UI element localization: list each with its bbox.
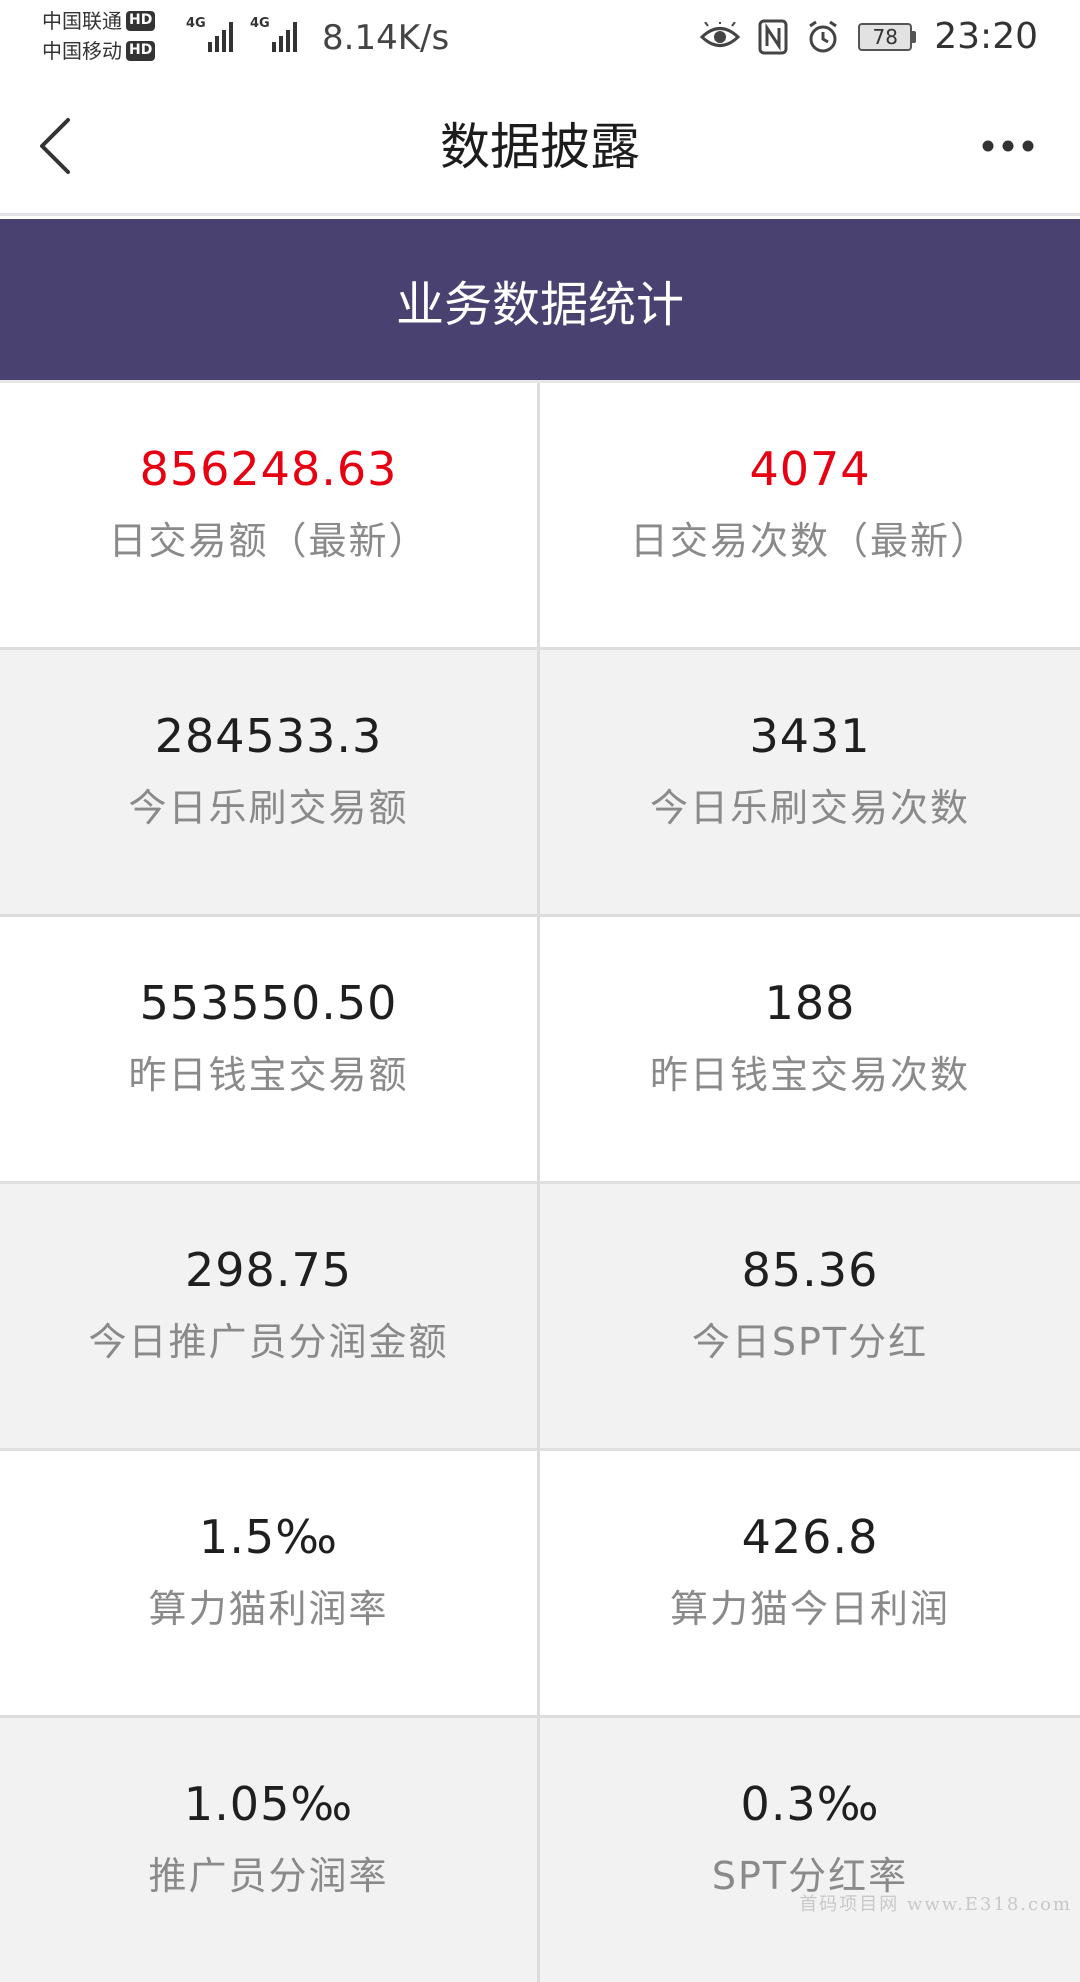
stat-cell-spt-dividend: 85.36 今日SPT分红 [540, 1184, 1080, 1448]
carrier-info: 中国联通 HD 中国移动 HD [42, 6, 182, 66]
carrier-1: 中国联通 [42, 6, 122, 36]
stat-value: 553550.50 [140, 975, 398, 1031]
stat-value: 856248.63 [140, 441, 398, 497]
stat-value: 1.5‰ [199, 1509, 338, 1565]
stat-row: 1.05‰ 推广员分润率 0.3‰ SPT分红率 [0, 1715, 1080, 1982]
stats-grid: 856248.63 日交易额（最新） 4074 日交易次数（最新） 284533… [0, 380, 1080, 1982]
stat-cell-promoter-rate: 1.05‰ 推广员分润率 [0, 1718, 540, 1982]
stat-cell-daily-volume: 856248.63 日交易额（最新） [0, 383, 540, 647]
hd-badge-1: HD [126, 11, 155, 31]
more-dots-icon [981, 139, 1035, 153]
section-title: 业务数据统计 [396, 265, 684, 335]
stat-value: 298.75 [185, 1242, 352, 1298]
section-header: 业务数据统计 [0, 219, 1080, 380]
carrier-2: 中国移动 [42, 36, 122, 66]
stat-value: 0.3‰ [741, 1776, 880, 1832]
stat-label: 昨日钱宝交易次数 [650, 1051, 970, 1099]
stat-value: 4074 [749, 441, 870, 497]
network-type-2: 4G [250, 16, 270, 31]
stat-label: 日交易额（最新） [108, 517, 428, 565]
stat-cell-qianbao-count: 188 昨日钱宝交易次数 [540, 917, 1080, 1181]
stat-cell-cat-profit-rate: 1.5‰ 算力猫利润率 [0, 1451, 540, 1715]
stat-label: 今日SPT分红 [692, 1318, 928, 1366]
stat-label: 今日乐刷交易次数 [650, 784, 970, 832]
watermark: 首码项目网 www.E318.com [799, 1890, 1072, 1916]
status-bar: 中国联通 HD 中国移动 HD 4G 4G 8.14K/s [0, 0, 1080, 76]
title-bar: 数据披露 [0, 76, 1080, 216]
stat-cell-cat-profit-today: 426.8 算力猫今日利润 [540, 1451, 1080, 1715]
battery-icon: 78 [858, 23, 916, 51]
stat-row: 856248.63 日交易额（最新） 4074 日交易次数（最新） [0, 380, 1080, 647]
stat-label: 昨日钱宝交易额 [128, 1051, 408, 1099]
stat-value: 426.8 [742, 1509, 879, 1565]
hd-badge-2: HD [126, 41, 155, 61]
page-title: 数据披露 [0, 114, 1080, 180]
signal-bars-icon [208, 20, 233, 52]
signal-2: 4G [250, 16, 297, 52]
more-button[interactable] [958, 106, 1058, 186]
network-type-1: 4G [186, 16, 206, 31]
clock: 23:20 [934, 15, 1038, 59]
net-speed: 8.14K/s [322, 16, 449, 60]
stat-label: 算力猫今日利润 [670, 1585, 950, 1633]
nfc-icon [758, 19, 788, 55]
stat-cell-leshua-volume: 284533.3 今日乐刷交易额 [0, 650, 540, 914]
stat-value: 1.05‰ [184, 1776, 353, 1832]
stat-cell-qianbao-volume: 553550.50 昨日钱宝交易额 [0, 917, 540, 1181]
stat-value: 85.36 [742, 1242, 879, 1298]
stat-label: 推广员分润率 [148, 1852, 388, 1900]
stat-row: 1.5‰ 算力猫利润率 426.8 算力猫今日利润 [0, 1448, 1080, 1715]
signal-bars-icon [272, 20, 297, 52]
battery-level: 78 [858, 23, 912, 51]
stat-cell-promoter-profit: 298.75 今日推广员分润金额 [0, 1184, 540, 1448]
stat-row: 284533.3 今日乐刷交易额 3431 今日乐刷交易次数 [0, 647, 1080, 914]
stat-cell-daily-count: 4074 日交易次数（最新） [540, 383, 1080, 647]
stat-label: 今日乐刷交易额 [128, 784, 408, 832]
alarm-icon [806, 20, 840, 54]
stat-cell-leshua-count: 3431 今日乐刷交易次数 [540, 650, 1080, 914]
status-icons: 78 23:20 [700, 14, 1038, 60]
stat-value: 188 [765, 975, 856, 1031]
stat-label: 算力猫利润率 [148, 1585, 388, 1633]
stat-row: 298.75 今日推广员分润金额 85.36 今日SPT分红 [0, 1181, 1080, 1448]
signal-1: 4G [186, 16, 233, 52]
stat-row: 553550.50 昨日钱宝交易额 188 昨日钱宝交易次数 [0, 914, 1080, 1181]
stat-value: 284533.3 [155, 708, 383, 764]
stat-value: 3431 [749, 708, 870, 764]
stat-label: 日交易次数（最新） [630, 517, 990, 565]
stat-label: 今日推广员分润金额 [88, 1318, 448, 1366]
eye-icon [700, 22, 740, 52]
stat-cell-spt-rate: 0.3‰ SPT分红率 [540, 1718, 1080, 1982]
